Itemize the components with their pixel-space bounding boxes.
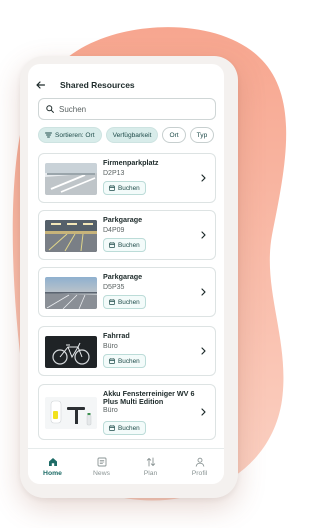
- plan-icon: [146, 456, 156, 467]
- chip-type[interactable]: Typ: [189, 127, 215, 143]
- window-cleaner-photo: [45, 397, 97, 429]
- resource-card[interactable]: Parkgarage D4P09 Buchen: [38, 210, 216, 260]
- app-screen: Shared Resources Sortieren: Ort Verfügba…: [28, 64, 224, 484]
- book-button[interactable]: Buchen: [103, 238, 146, 252]
- filter-chips: Sortieren: Ort Verfügbarkeit Ort Typ: [38, 127, 215, 143]
- resource-code: D4P09: [103, 227, 125, 234]
- parking-lot-photo: [45, 163, 97, 195]
- chip-label: Sortieren: Ort: [55, 131, 95, 139]
- top-bar: Shared Resources: [28, 76, 224, 94]
- book-label: Buchen: [118, 298, 140, 306]
- chip-sort[interactable]: Sortieren: Ort: [38, 127, 102, 143]
- resource-name: Firmenparkplatz: [103, 158, 159, 167]
- resource-card[interactable]: Akku Fensterreiniger WV 6 Plus Multi Edi…: [38, 384, 216, 440]
- rooftop-parking-photo: [45, 277, 97, 309]
- search-field[interactable]: [38, 98, 216, 120]
- book-label: Buchen: [118, 424, 140, 432]
- calendar-icon: [109, 242, 115, 248]
- book-label: Buchen: [118, 357, 140, 365]
- nav-item-plan[interactable]: Plan: [126, 449, 175, 484]
- book-label: Buchen: [118, 241, 140, 249]
- back-arrow-icon[interactable]: [36, 76, 58, 94]
- bottom-navigation: Home News Plan Profil: [28, 448, 224, 484]
- resource-card[interactable]: Fahrrad Büro Buchen: [38, 326, 216, 376]
- book-button[interactable]: Buchen: [103, 421, 146, 435]
- book-button[interactable]: Buchen: [103, 354, 146, 368]
- nav-label: Profil: [191, 470, 208, 477]
- resource-card[interactable]: Firmenparkplatz D2P13 Buchen: [38, 153, 216, 203]
- search-input[interactable]: [59, 104, 209, 114]
- chevron-right-icon: [201, 173, 209, 183]
- chip-location[interactable]: Ort: [162, 127, 186, 143]
- news-icon: [97, 456, 107, 467]
- calendar-icon: [109, 358, 115, 364]
- nav-label: News: [93, 470, 110, 477]
- parking-garage-photo: [45, 220, 97, 252]
- chip-label: Typ: [196, 131, 208, 139]
- nav-item-home[interactable]: Home: [28, 449, 77, 484]
- nav-label: Home: [43, 470, 62, 477]
- chip-availability[interactable]: Verfügbarkeit: [105, 127, 159, 143]
- chevron-right-icon: [201, 287, 209, 297]
- resource-code: Büro: [103, 343, 118, 350]
- calendar-icon: [109, 425, 115, 431]
- chevron-right-icon: [201, 346, 209, 356]
- nav-label: Plan: [143, 470, 158, 477]
- book-label: Buchen: [118, 184, 140, 192]
- bicycle-photo: [45, 336, 97, 368]
- resource-name: Fahrrad: [103, 331, 130, 340]
- chevron-right-icon: [201, 407, 209, 417]
- resource-code: D2P13: [103, 170, 125, 177]
- resource-card[interactable]: Parkgarage D5P35 Buchen: [38, 267, 216, 317]
- resource-name: Parkgarage: [103, 272, 143, 281]
- search-icon: [41, 99, 59, 119]
- book-button[interactable]: Buchen: [103, 181, 146, 195]
- chevron-right-icon: [201, 230, 209, 240]
- home-icon: [48, 456, 58, 467]
- resource-name: Akku Fensterreiniger WV 6 Plus Multi Edi…: [103, 389, 195, 407]
- sort-icon: [45, 132, 52, 138]
- chip-label: Ort: [169, 131, 179, 139]
- resource-code: Büro: [103, 407, 118, 414]
- nav-item-profile[interactable]: Profil: [175, 449, 224, 484]
- resource-code: D5P35: [103, 284, 125, 291]
- book-button[interactable]: Buchen: [103, 295, 146, 309]
- nav-item-news[interactable]: News: [77, 449, 126, 484]
- page-title: Shared Resources: [60, 80, 135, 90]
- chip-label: Verfügbarkeit: [112, 131, 152, 139]
- resource-name: Parkgarage: [103, 215, 143, 224]
- calendar-icon: [109, 299, 115, 305]
- profile-icon: [195, 456, 205, 467]
- calendar-icon: [109, 185, 115, 191]
